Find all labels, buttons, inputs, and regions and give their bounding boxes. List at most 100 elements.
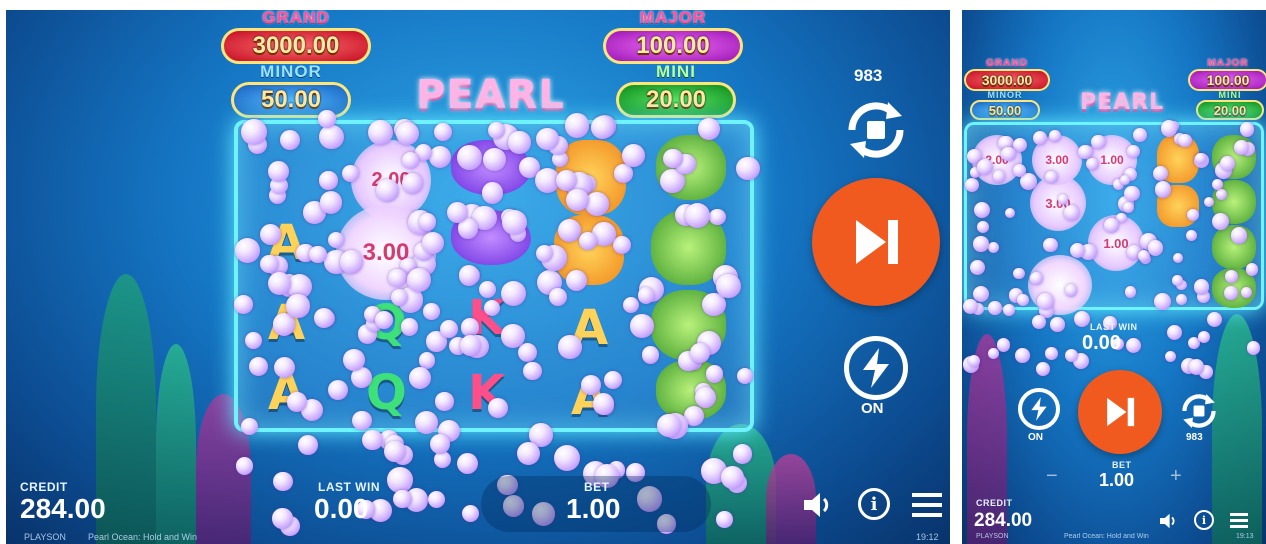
speaker-icon[interactable] [1158, 512, 1180, 530]
pearl-bubble [319, 171, 338, 190]
bet-value: 1.00 [1099, 470, 1135, 490]
last-win-label: LAST WIN [318, 480, 380, 494]
pearl-bubble [1223, 286, 1238, 300]
pearl-bubble [555, 169, 577, 191]
last-win-value: 0.00 [1082, 332, 1121, 354]
pearl-bubble [1225, 269, 1239, 283]
pearl-bubble [1193, 279, 1210, 295]
pearl-bubble [1172, 252, 1183, 263]
pearl-bubble [976, 221, 989, 234]
bet-value: 1.00 [566, 493, 621, 524]
spin-button[interactable] [1078, 370, 1162, 454]
info-button[interactable]: i [1194, 510, 1214, 530]
bet-label: BET [584, 480, 610, 494]
turbo-button[interactable] [844, 336, 908, 400]
menu-icon [912, 493, 942, 517]
pearl-bubble [1197, 330, 1210, 343]
pearl-bubble [1176, 293, 1187, 305]
pearl-bubble [500, 280, 526, 306]
pearl-bubble [614, 164, 633, 183]
info-icon: i [870, 493, 878, 515]
jackpot-major: MAJOR 100.00 [603, 10, 743, 64]
pearl-bubble [1230, 227, 1247, 244]
pearl-bubble [297, 434, 319, 456]
pearl-bubble [352, 410, 372, 431]
pearl-bubble [429, 434, 450, 455]
pearl-bubble [1126, 144, 1140, 158]
pearl-bubble [273, 471, 293, 492]
footer-game-name: Pearl Ocean: Hold and Win [88, 532, 198, 542]
last-win-value: 0.00 [314, 493, 369, 524]
pearl-bubble [1104, 218, 1119, 233]
pearl-bubble [427, 490, 446, 508]
info-button[interactable]: i [858, 488, 890, 520]
pearl-bubble [1032, 315, 1047, 330]
turbo-button[interactable] [1018, 388, 1060, 430]
autoplay-stop-icon [1182, 394, 1216, 428]
pearl-bubble [487, 398, 508, 419]
pearl-bubble [362, 429, 383, 451]
pearl-bubble [630, 314, 654, 338]
pearl-bubble [1240, 287, 1252, 299]
pearl-bubble [973, 236, 989, 252]
pearl-bubble [1036, 361, 1051, 376]
footer-brand: PLAYSON [24, 532, 66, 542]
pearl-bubble [732, 444, 753, 464]
jackpot-grand-label: GRAND [262, 10, 330, 27]
pearl-bubble [987, 241, 999, 253]
pearl-bubble [992, 170, 1006, 183]
bubble-value: 1.00 [1103, 235, 1129, 251]
autoplay-stop-icon [848, 102, 904, 158]
menu-button[interactable] [1230, 513, 1248, 528]
spin-button[interactable] [812, 178, 940, 306]
pearl-bubble [1037, 293, 1054, 311]
speaker-icon[interactable] [802, 490, 836, 520]
autoplay-stop-button[interactable] [1176, 388, 1222, 434]
pearl-bubble [461, 504, 479, 522]
turbo-state: ON [1028, 432, 1043, 443]
pearl-bubble [579, 231, 597, 250]
clock: 19:13 [1236, 533, 1254, 540]
pearl-bubble [523, 361, 542, 380]
game-screen-portrait: GRAND 3000.00 MINOR 50.00 MAJOR 100.00 M… [962, 10, 1266, 544]
pearl-bubble [996, 338, 1011, 352]
game-logo: PEARL [416, 72, 565, 118]
pearl-bubble [481, 181, 504, 204]
jackpot-mini-value: 20.00 [616, 82, 736, 118]
bet-increase-button[interactable]: + [1170, 465, 1182, 488]
jackpot-mini-label: MINI [656, 62, 696, 81]
pearl-bubble [235, 457, 254, 475]
pearl-bubble [591, 115, 615, 139]
pearl-bubble [1147, 240, 1164, 256]
pearl-bubble [487, 122, 505, 140]
pearl-bubble [1171, 275, 1183, 286]
pearl-bubble [735, 156, 760, 181]
pearl-bubble [1001, 146, 1016, 162]
autoplay-stop-button[interactable] [838, 92, 914, 168]
pearl-bubble [637, 287, 655, 304]
jackpot-major-label: MAJOR [1207, 58, 1249, 69]
pearl-bubble [388, 269, 407, 288]
autoplay-count: 983 [854, 66, 883, 85]
bet-label: BET [1112, 460, 1132, 470]
pearl-bubble [1057, 194, 1069, 205]
pearl-bubble [400, 318, 419, 336]
pearl-bubble [1063, 204, 1080, 221]
turbo-state: ON [861, 400, 884, 417]
pearl-bubble [603, 370, 622, 390]
pearl-bubble [393, 489, 412, 509]
pearl-bubble [1195, 153, 1207, 164]
pearl-bubble [249, 356, 269, 376]
credit-label: CREDIT [20, 480, 68, 494]
jackpot-minor: MINOR 50.00 [970, 90, 1040, 120]
pearl-bubble [1043, 237, 1058, 253]
pearl-bubble [339, 250, 364, 274]
pearl-bubble [558, 335, 582, 359]
pearl-bubble [267, 161, 289, 182]
pearl-bubble [1207, 311, 1223, 328]
menu-button[interactable] [912, 493, 942, 517]
pearl-bubble [1045, 347, 1058, 360]
pearl-bubble [987, 347, 999, 359]
bet-decrease-button[interactable]: − [1046, 465, 1058, 488]
pearl-bubble [1049, 130, 1061, 142]
